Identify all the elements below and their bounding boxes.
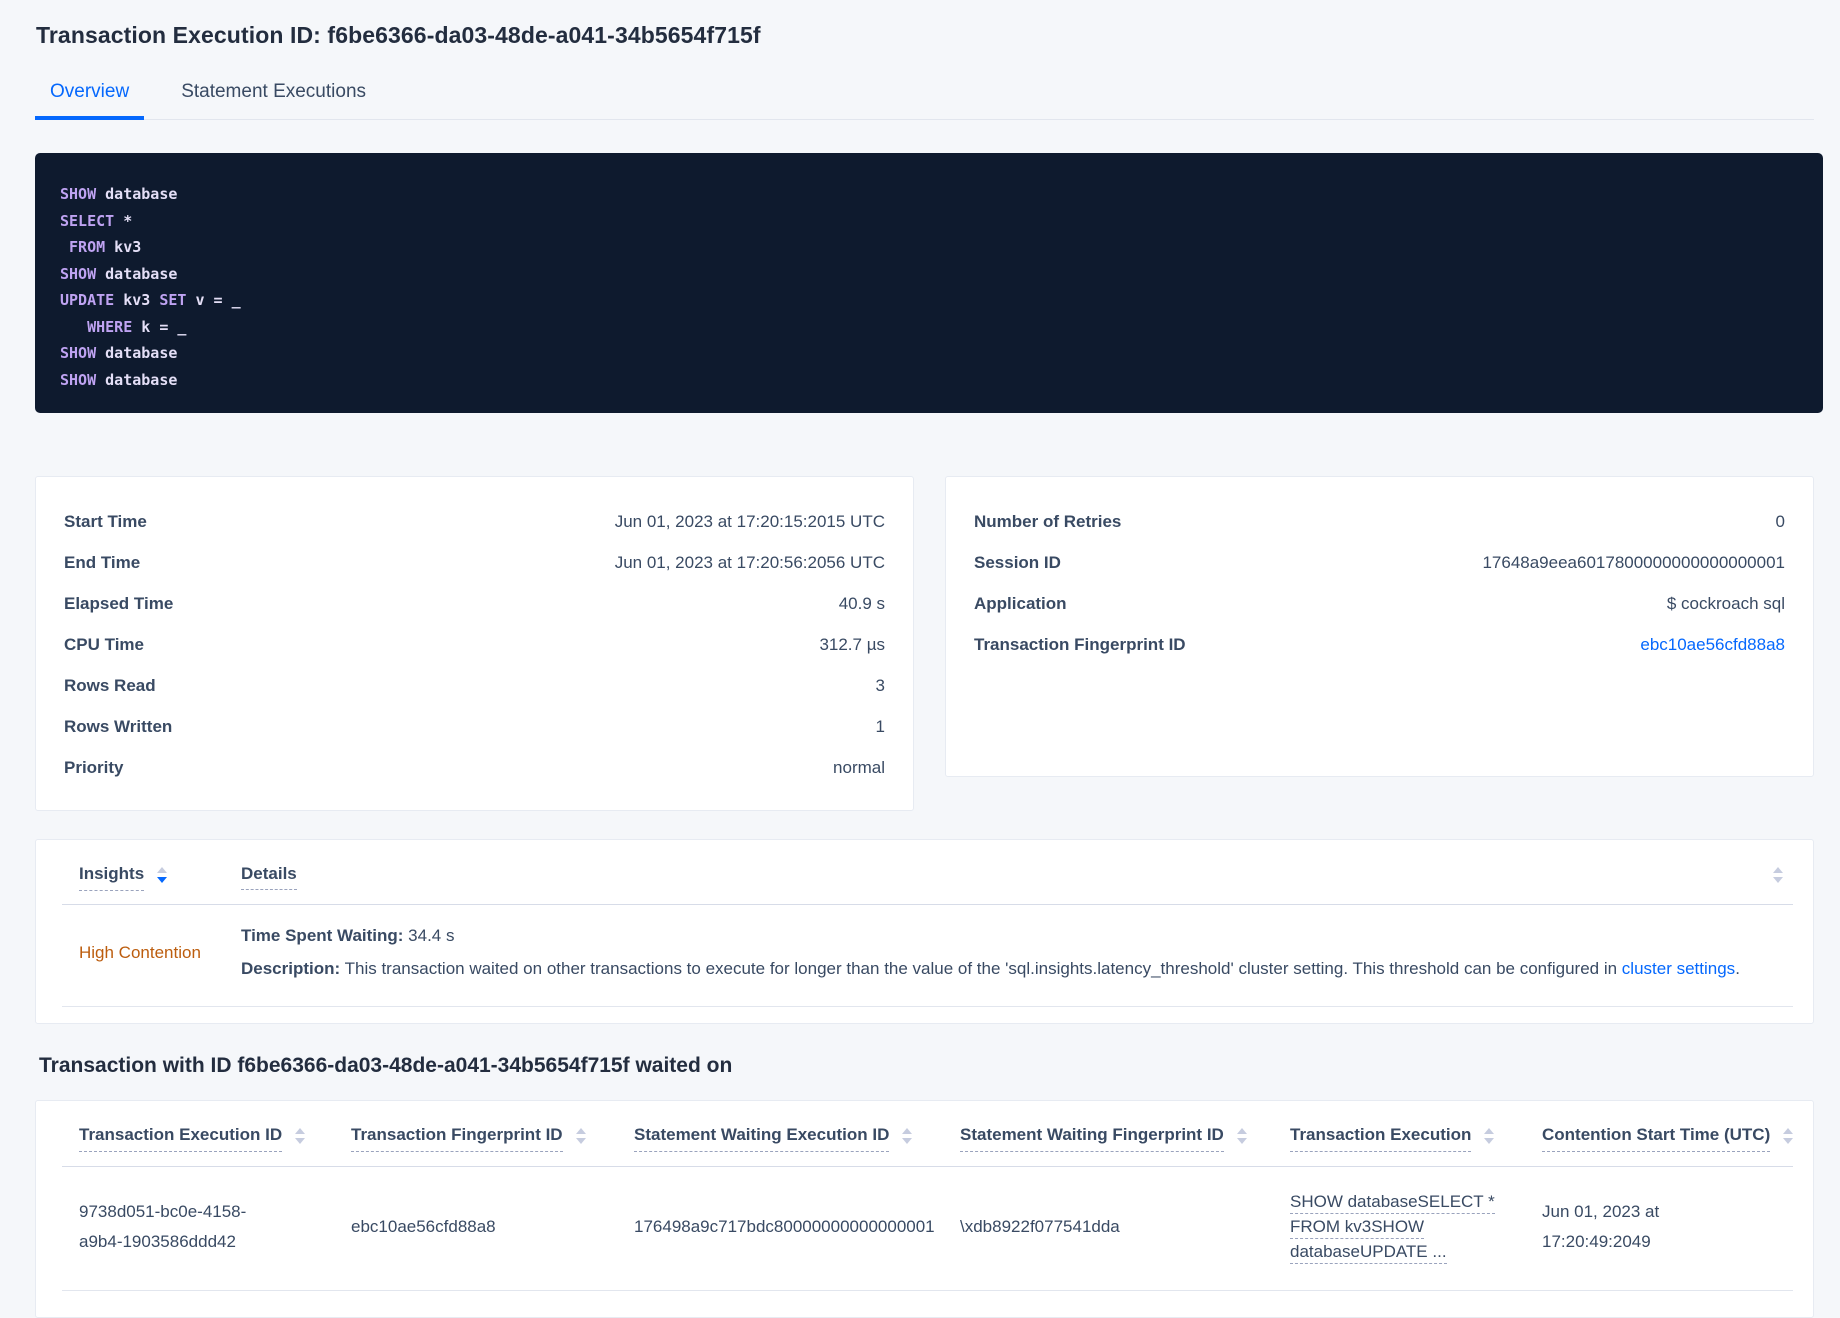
column-header-contention-start-time[interactable]: Contention Start Time (UTC) bbox=[1542, 1125, 1794, 1152]
stat-value: Jun 01, 2023 at 17:20:56:2056 UTC bbox=[614, 552, 885, 572]
sql-line: SELECT * bbox=[60, 211, 133, 230]
sort-caret-icon[interactable] bbox=[157, 867, 168, 883]
column-header-statement-waiting-execution-id[interactable]: Statement Waiting Execution ID bbox=[634, 1125, 960, 1152]
insight-row: High Contention Time Spent Waiting: 34.4… bbox=[36, 905, 1813, 1006]
stat-row: Rows Written 1 bbox=[64, 706, 885, 747]
sort-caret-icon[interactable] bbox=[1783, 1128, 1794, 1144]
insights-header-label: Insights bbox=[79, 864, 145, 891]
tab-statement-executions[interactable]: Statement Executions bbox=[166, 75, 381, 120]
insight-type-label: High Contention bbox=[79, 942, 201, 962]
stat-value: 3 bbox=[875, 675, 885, 695]
sql-line: SHOW database bbox=[60, 344, 178, 362]
column-header-statement-waiting-fingerprint-id[interactable]: Statement Waiting Fingerprint ID bbox=[960, 1125, 1290, 1152]
column-header-transaction-execution[interactable]: Transaction Execution bbox=[1290, 1125, 1542, 1152]
sql-line: WHERE k = _ bbox=[87, 317, 187, 336]
stat-label: End Time bbox=[64, 552, 141, 572]
stat-row: Rows Read 3 bbox=[64, 665, 885, 706]
transaction-fingerprint-id-link[interactable]: ebc10ae56cfd88a8 bbox=[1640, 635, 1785, 655]
cell-statement-waiting-execution-id: 176498a9c717bdc80000000000000001 bbox=[634, 1216, 935, 1236]
transaction-execution-link[interactable]: SHOW databaseSELECT * FROM kv3SHOW databas… bbox=[1290, 1189, 1542, 1264]
stat-row: Session ID 17648a9eea60178000000000000000… bbox=[974, 542, 1785, 583]
stat-value: normal bbox=[833, 757, 885, 777]
column-header-transaction-execution-id[interactable]: Transaction Execution ID bbox=[79, 1125, 351, 1152]
cell-contention-start-time: Jun 01, 2023 at 17:20:49:2049 bbox=[1542, 1201, 1660, 1251]
stat-row: Transaction Fingerprint ID ebc10ae56cfd88… bbox=[974, 624, 1785, 665]
waited-on-table: Transaction Execution ID Transaction Fin… bbox=[35, 1100, 1814, 1318]
stat-row: Number of Retries 0 bbox=[974, 501, 1785, 542]
insights-table-header: Insights Details bbox=[36, 840, 1813, 891]
sort-caret-icon[interactable] bbox=[295, 1128, 306, 1144]
tab-overview[interactable]: Overview bbox=[35, 75, 145, 120]
stat-label: CPU Time bbox=[64, 634, 144, 654]
stat-row: Application $ cockroach sql bbox=[974, 583, 1785, 624]
stat-label: Start Time bbox=[64, 511, 147, 531]
stat-label: Elapsed Time bbox=[64, 593, 174, 613]
details-header-label: Details bbox=[241, 864, 297, 890]
cell-statement-waiting-fingerprint-id: \xdb8922f077541dda bbox=[960, 1216, 1120, 1236]
sql-line: SHOW database bbox=[60, 264, 178, 283]
summary-left-rows: Start Time Jun 01, 2023 at 17:20:15:2015 … bbox=[64, 501, 885, 788]
table-row: 9738d051-bc0e-4158-a9b4-1903586ddd42 ebc… bbox=[36, 1167, 1813, 1290]
exec-line: databaseUPDATE ... bbox=[1290, 1239, 1518, 1264]
sort-caret-icon[interactable] bbox=[575, 1128, 586, 1144]
stat-label: Priority bbox=[64, 757, 124, 777]
sort-caret-icon[interactable] bbox=[902, 1128, 913, 1144]
waited-on-table-header: Transaction Execution ID Transaction Fin… bbox=[36, 1101, 1813, 1152]
sql-line: SHOW database bbox=[60, 185, 178, 203]
sort-caret-icon[interactable] bbox=[1484, 1128, 1495, 1144]
cell-transaction-execution-id: 9738d051-bc0e-4158-a9b4-1903586ddd42 bbox=[79, 1201, 247, 1251]
exec-line: FROM kv3SHOW bbox=[1290, 1214, 1518, 1239]
waited-on-heading: Transaction with ID f6be6366-da03-48de-a… bbox=[39, 1054, 733, 1077]
column-header-insights[interactable]: Insights bbox=[79, 864, 241, 891]
sql-line: UPDATE kv3 SET v = _ bbox=[60, 291, 241, 309]
sql-statements-box: SHOW database SELECT * FROM kv3 SHOW datab… bbox=[35, 153, 1823, 413]
stat-value: 0 bbox=[1775, 511, 1785, 531]
insight-description: Description: This transaction waited on … bbox=[241, 959, 1740, 978]
sql-line: SHOW database bbox=[60, 370, 178, 389]
summary-right-rows: Number of Retries 0 Session ID 17648a9eea60… bbox=[974, 501, 1785, 665]
stat-value: 17648a9eea6017800000000000000001 bbox=[1482, 552, 1785, 572]
stat-value: 1 bbox=[875, 716, 885, 736]
page-title: Transaction Execution ID: f6be6366-da03-… bbox=[36, 22, 761, 48]
sql-code: SHOW database SELECT * FROM kv3 SHOW datab… bbox=[60, 181, 1798, 393]
cell-transaction-fingerprint-id: ebc10ae56cfd88a8 bbox=[351, 1216, 496, 1236]
stat-value: 312.7 µs bbox=[819, 634, 885, 654]
stat-label: Rows Read bbox=[64, 675, 156, 695]
stat-label: Application bbox=[974, 593, 1067, 613]
stat-row: CPU Time 312.7 µs bbox=[64, 624, 885, 665]
exec-line: SHOW databaseSELECT * bbox=[1290, 1189, 1518, 1214]
cluster-settings-link[interactable]: cluster settings bbox=[1622, 959, 1735, 978]
sql-line: FROM kv3 bbox=[69, 238, 142, 256]
column-header-transaction-fingerprint-id[interactable]: Transaction Fingerprint ID bbox=[351, 1125, 634, 1152]
stat-value: $ cockroach sql bbox=[1666, 593, 1785, 613]
summary-cards-row: Start Time Jun 01, 2023 at 17:20:15:2015 … bbox=[35, 476, 1814, 811]
transaction-details-page: Transaction Execution ID: f6be6366-da03-… bbox=[0, 0, 1840, 1318]
stat-row: End Time Jun 01, 2023 at 17:20:56:2056 UT… bbox=[64, 542, 885, 583]
insight-details: Time Spent Waiting: 34.4 s Description: … bbox=[241, 925, 1783, 980]
stat-value: 40.9 s bbox=[838, 593, 885, 613]
summary-card-timing: Start Time Jun 01, 2023 at 17:20:15:2015 … bbox=[35, 476, 914, 811]
stat-value: Jun 01, 2023 at 17:20:15:2015 UTC bbox=[614, 511, 885, 531]
stat-row: Start Time Jun 01, 2023 at 17:20:15:2015 … bbox=[64, 501, 885, 542]
sort-caret-icon[interactable] bbox=[1773, 867, 1783, 883]
summary-card-session: Number of Retries 0 Session ID 17648a9eea60… bbox=[945, 476, 1814, 777]
sort-caret-icon[interactable] bbox=[1236, 1128, 1247, 1144]
stat-row: Priority normal bbox=[64, 747, 885, 788]
stat-label: Transaction Fingerprint ID bbox=[974, 634, 1186, 654]
time-spent-waiting: Time Spent Waiting: 34.4 s bbox=[241, 926, 455, 945]
column-header-details[interactable]: Details bbox=[241, 864, 297, 890]
tab-bar: Overview Statement Executions bbox=[35, 75, 1814, 120]
insights-table: Insights Details High Contention Time Sp… bbox=[35, 839, 1814, 1024]
stat-label: Rows Written bbox=[64, 716, 173, 736]
stat-label: Number of Retries bbox=[974, 511, 1122, 531]
stat-row: Elapsed Time 40.9 s bbox=[64, 583, 885, 624]
stat-label: Session ID bbox=[974, 552, 1061, 572]
